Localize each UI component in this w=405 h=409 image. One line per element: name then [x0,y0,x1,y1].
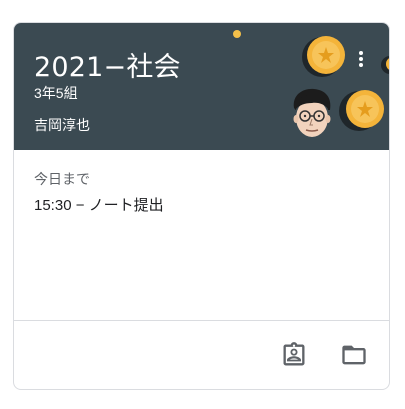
class-title[interactable]: 2021−社会 [34,45,181,84]
teacher-name: 吉岡淳也 [34,117,90,133]
class-card: 2021−社会 3年5組 吉岡淳也 今日まで 15:30 − ノート提出 [13,22,390,390]
dot-decoration-icon [233,30,241,38]
coin-decoration-icon [381,56,389,74]
more-options-button[interactable] [355,49,367,71]
coin-decoration-icon [339,90,384,131]
coin-decoration-icon [302,36,345,77]
due-label: 今日まで [34,171,90,187]
assignment-ind-icon[interactable] [280,341,308,369]
footer-divider [14,320,389,321]
due-assignment-link[interactable]: 15:30 − ノート提出 [34,194,164,215]
card-body: 今日まで 15:30 − ノート提出 [14,150,389,320]
teacher-avatar[interactable] [288,86,336,142]
class-section: 3年5組 [34,85,78,101]
folder-icon[interactable] [340,341,368,369]
more-vertical-icon [359,51,363,55]
